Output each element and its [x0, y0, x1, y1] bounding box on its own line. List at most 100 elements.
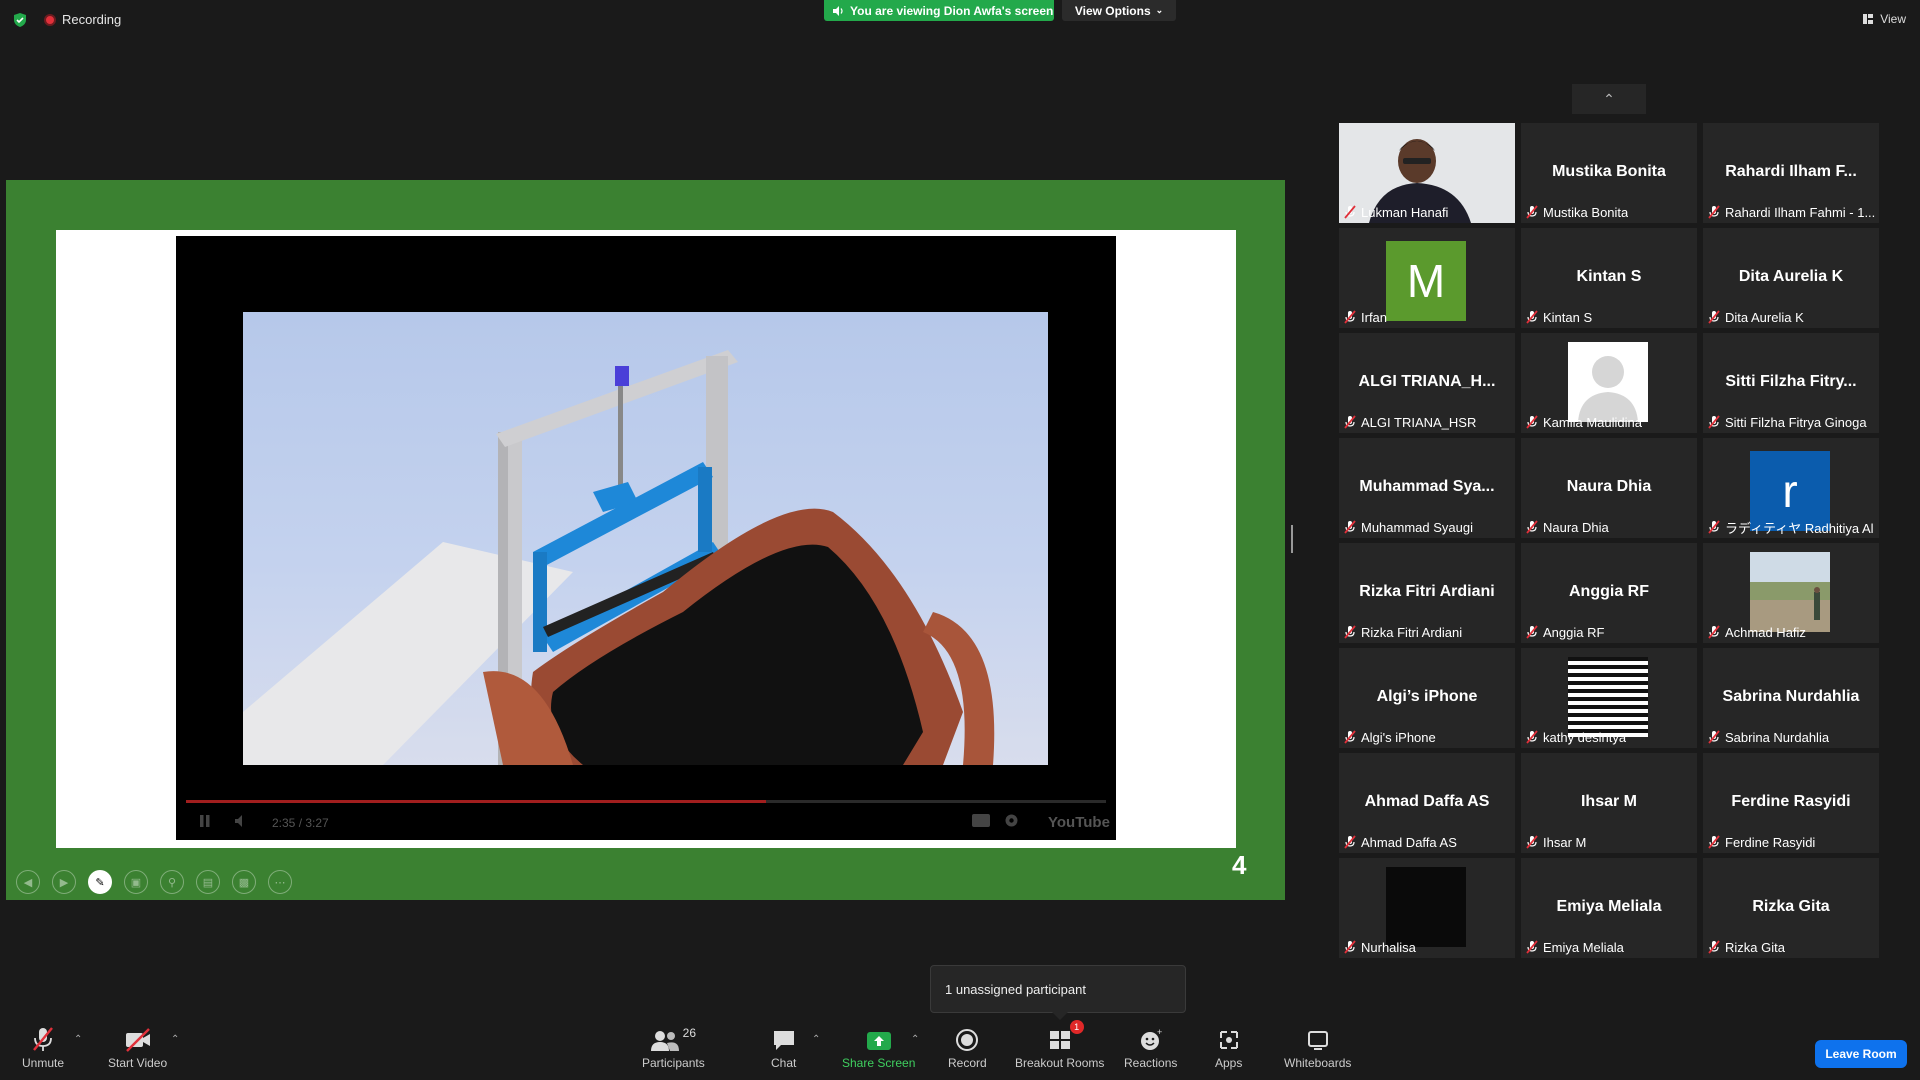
participant-tile[interactable]: kathy desintya — [1521, 648, 1697, 748]
shared-screen[interactable]: 2:35 / 3:27 YouTube ◀ ▶ ✎ ▣ ⚲ ▤ ▩ ⋯ 4 — [6, 180, 1285, 900]
start-video-label: Start Video — [108, 1056, 168, 1070]
chat-options-chevron-icon[interactable]: ⌃ — [812, 1034, 820, 1045]
view-button[interactable]: View — [1862, 12, 1906, 26]
volume-icon[interactable] — [234, 814, 248, 831]
participant-display-name: Ferdine Rasyidi — [1731, 793, 1851, 810]
participant-name: Naura Dhia — [1543, 519, 1609, 535]
participant-tile[interactable]: Ihsar M Ihsar M — [1521, 753, 1697, 853]
participants-count: 26 — [682, 1026, 697, 1040]
participant-name-label: Dita Aurelia K — [1707, 308, 1804, 326]
apps-button[interactable]: Apps — [1215, 1026, 1242, 1070]
whiteboards-button[interactable]: Whiteboards — [1284, 1026, 1351, 1070]
participants-icon — [650, 1031, 679, 1051]
participant-name: Irfan — [1361, 309, 1388, 325]
viewing-screen-banner: You are viewing Dion Awfa's screen — [824, 0, 1054, 21]
breakout-rooms-button[interactable]: 1 Breakout Rooms — [1015, 1020, 1104, 1070]
zoom-icon[interactable]: ⚲ — [160, 870, 184, 894]
chevron-up-icon: ⌃ — [1603, 90, 1615, 107]
participant-tile[interactable]: r ラディティヤ Radhitiya Al ... — [1703, 438, 1879, 538]
pen-tool-icon[interactable]: ✎ — [88, 870, 112, 894]
whiteboard-icon — [1306, 1026, 1330, 1052]
pause-icon[interactable] — [198, 814, 212, 831]
screen-icon[interactable]: ▩ — [232, 870, 256, 894]
participant-tile[interactable]: Emiya Meliala Emiya Meliala — [1521, 858, 1697, 958]
leave-room-button[interactable]: Leave Room — [1815, 1040, 1907, 1068]
microphone-muted-icon — [1526, 205, 1538, 219]
subtitles-icon[interactable]: ▤ — [196, 870, 220, 894]
slides-view-icon[interactable]: ▣ — [124, 870, 148, 894]
participant-display-name: Kintan S — [1576, 268, 1642, 285]
unmute-button[interactable]: Unmute — [22, 1026, 64, 1070]
unmute-label: Unmute — [22, 1056, 65, 1070]
security-shield-icon[interactable] — [12, 12, 28, 28]
participant-name-label: Muhammad Syaugi — [1343, 518, 1473, 536]
start-video-button[interactable]: Start Video — [108, 1026, 167, 1070]
participant-tile[interactable]: M Irfan — [1339, 228, 1515, 328]
captions-icon[interactable] — [972, 814, 990, 830]
participant-name: Achmad Hafiz — [1725, 624, 1806, 640]
video-progress-bar[interactable] — [186, 800, 1106, 803]
record-button[interactable]: Record — [948, 1026, 987, 1070]
participant-tile[interactable]: Dita Aurelia K Dita Aurelia K — [1703, 228, 1879, 328]
avatar — [1386, 867, 1466, 947]
participant-tile[interactable]: Muhammad Sya... Muhammad Syaugi — [1339, 438, 1515, 538]
video-frame[interactable] — [243, 312, 1048, 765]
participant-tile[interactable]: Algi’s iPhone Algi's iPhone — [1339, 648, 1515, 748]
participant-name-label: Nurhalisa — [1343, 938, 1416, 956]
reactions-button[interactable]: + Reactions — [1124, 1026, 1177, 1070]
participant-name-label: kathy desintya — [1525, 728, 1626, 746]
participant-name-label: Irfan — [1343, 308, 1387, 326]
youtube-logo[interactable]: YouTube — [1048, 814, 1110, 831]
microphone-muted-icon — [1708, 835, 1720, 849]
gallery-page-up-button[interactable]: ⌃ — [1572, 84, 1646, 114]
previous-slide-icon[interactable]: ◀ — [16, 870, 40, 894]
participant-display-name: Sitti Filzha Fitry... — [1725, 373, 1857, 390]
participants-label: Participants — [642, 1056, 705, 1070]
view-options-button[interactable]: View Options ⌄ — [1062, 0, 1176, 21]
participant-tile[interactable]: Ahmad Daffa AS Ahmad Daffa AS — [1339, 753, 1515, 853]
microphone-muted-icon — [1526, 415, 1538, 429]
more-options-icon[interactable]: ⋯ — [268, 870, 292, 894]
participant-tile[interactable]: Sitti Filzha Fitry... Sitti Filzha Fitrya… — [1703, 333, 1879, 433]
participant-tile[interactable]: Ferdine Rasyidi Ferdine Rasyidi — [1703, 753, 1879, 853]
participant-tile[interactable]: Rahardi Ilham F... Rahardi Ilham Fahmi - … — [1703, 123, 1879, 223]
participant-display-name: Rahardi Ilham F... — [1725, 163, 1857, 180]
avatar — [1750, 552, 1830, 632]
participant-name: Ferdine Rasyidi — [1725, 834, 1816, 850]
microphone-muted-icon — [1526, 625, 1538, 639]
participant-name: Rizka Fitri Ardiani — [1361, 624, 1463, 640]
participant-name: ラディティヤ Radhitiya Al ... — [1725, 520, 1877, 536]
participant-name: Kintan S — [1543, 309, 1593, 325]
reactions-smiley-icon: + — [1139, 1026, 1163, 1052]
participant-tile[interactable]: Rizka Fitri Ardiani Rizka Fitri Ardiani — [1339, 543, 1515, 643]
recording-indicator[interactable]: Recording — [44, 12, 121, 27]
microphone-muted-icon — [1708, 205, 1720, 219]
video-player[interactable]: 2:35 / 3:27 YouTube — [176, 236, 1116, 840]
share-screen-button[interactable]: Share Screen — [842, 1026, 915, 1070]
participant-tile[interactable]: Mustika Bonita Mustika Bonita — [1521, 123, 1697, 223]
panel-resize-handle[interactable] — [1291, 525, 1293, 553]
participant-tile[interactable]: Lukman Hanafi — [1339, 123, 1515, 223]
participant-tile[interactable]: Kamila Maulidina — [1521, 333, 1697, 433]
participant-tile[interactable]: Rizka Gita Rizka Gita — [1703, 858, 1879, 958]
participant-tile[interactable]: Achmad Hafiz — [1703, 543, 1879, 643]
participant-tile[interactable]: Nurhalisa — [1339, 858, 1515, 958]
participant-name: Muhammad Syaugi — [1361, 519, 1473, 535]
settings-gear-icon[interactable] — [1004, 813, 1019, 831]
participant-tile[interactable]: ALGI TRIANA_H... ALGI TRIANA_HSR — [1339, 333, 1515, 433]
next-slide-icon[interactable]: ▶ — [52, 870, 76, 894]
microphone-muted-icon — [1708, 520, 1720, 534]
participant-tile[interactable]: Naura Dhia Naura Dhia — [1521, 438, 1697, 538]
video-options-chevron-icon[interactable]: ⌃ — [171, 1034, 179, 1045]
participant-display-name: Emiya Meliala — [1556, 898, 1662, 915]
microphone-muted-icon — [1526, 940, 1538, 954]
participant-tile[interactable]: Kintan S Kintan S — [1521, 228, 1697, 328]
participants-button[interactable]: 26 Participants — [642, 1026, 705, 1070]
chat-button[interactable]: Chat — [771, 1026, 796, 1070]
speaker-icon — [833, 5, 843, 16]
participant-display-name: Muhammad Sya... — [1359, 478, 1495, 495]
audio-options-chevron-icon[interactable]: ⌃ — [74, 1034, 82, 1045]
share-options-chevron-icon[interactable]: ⌃ — [911, 1034, 919, 1045]
participant-tile[interactable]: Sabrina Nurdahlia Sabrina Nurdahlia — [1703, 648, 1879, 748]
participant-tile[interactable]: Anggia RF Anggia RF — [1521, 543, 1697, 643]
